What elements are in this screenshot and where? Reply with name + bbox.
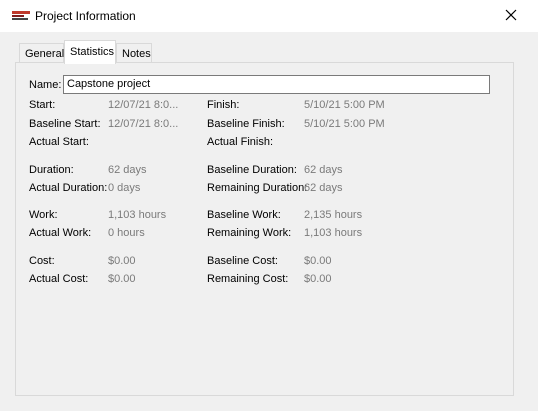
- cost-value: $0.00: [108, 255, 136, 267]
- project-name-field[interactable]: Capstone project: [63, 75, 490, 94]
- cost-label: Cost:: [29, 255, 55, 267]
- actual-finish-label: Actual Finish:: [207, 136, 274, 148]
- baseline-duration-value: 62 days: [304, 164, 343, 176]
- remaining-duration-label: Remaining Duration:: [207, 182, 308, 194]
- close-icon: [505, 9, 517, 24]
- tab-statistics[interactable]: Statistics: [64, 40, 116, 64]
- work-value: 1,103 hours: [108, 209, 167, 221]
- actual-duration-value: 0 days: [108, 182, 141, 194]
- tab-notes[interactable]: Notes: [116, 43, 152, 63]
- finish-label: Finish:: [207, 99, 240, 111]
- actual-duration-label: Actual Duration:: [29, 182, 108, 194]
- baseline-cost-label: Baseline Cost:: [207, 255, 278, 267]
- duration-label: Duration:: [29, 164, 74, 176]
- actual-work-value: 0 hours: [108, 227, 145, 239]
- remaining-work-label: Remaining Work:: [207, 227, 292, 239]
- tab-general[interactable]: General: [19, 43, 64, 63]
- remaining-duration-value: 62 days: [304, 182, 343, 194]
- window-title: Project Information: [35, 9, 136, 23]
- baseline-work-value: 2,135 hours: [304, 209, 363, 221]
- project-app-icon: [12, 11, 30, 21]
- start-value: 12/07/21 8:0...: [108, 99, 179, 111]
- actual-cost-label: Actual Cost:: [29, 273, 89, 285]
- remaining-cost-value: $0.00: [304, 273, 332, 285]
- work-label: Work:: [29, 209, 58, 221]
- baseline-start-label: Baseline Start:: [29, 118, 101, 130]
- finish-value: 5/10/21 5:00 PM: [304, 99, 385, 111]
- remaining-cost-label: Remaining Cost:: [207, 273, 289, 285]
- name-label: Name:: [29, 79, 62, 91]
- baseline-finish-value: 5/10/21 5:00 PM: [304, 118, 385, 130]
- baseline-work-label: Baseline Work:: [207, 209, 281, 221]
- start-label: Start:: [29, 99, 56, 111]
- duration-value: 62 days: [108, 164, 147, 176]
- baseline-finish-label: Baseline Finish:: [207, 118, 285, 130]
- remaining-work-value: 1,103 hours: [304, 227, 363, 239]
- baseline-duration-label: Baseline Duration:: [207, 164, 297, 176]
- title-bar: Project Information: [0, 0, 538, 32]
- baseline-start-value: 12/07/21 8:0...: [108, 118, 179, 130]
- actual-start-label: Actual Start:: [29, 136, 89, 148]
- actual-cost-value: $0.00: [108, 273, 136, 285]
- close-button[interactable]: [496, 4, 526, 28]
- baseline-cost-value: $0.00: [304, 255, 332, 267]
- actual-work-label: Actual Work:: [29, 227, 92, 239]
